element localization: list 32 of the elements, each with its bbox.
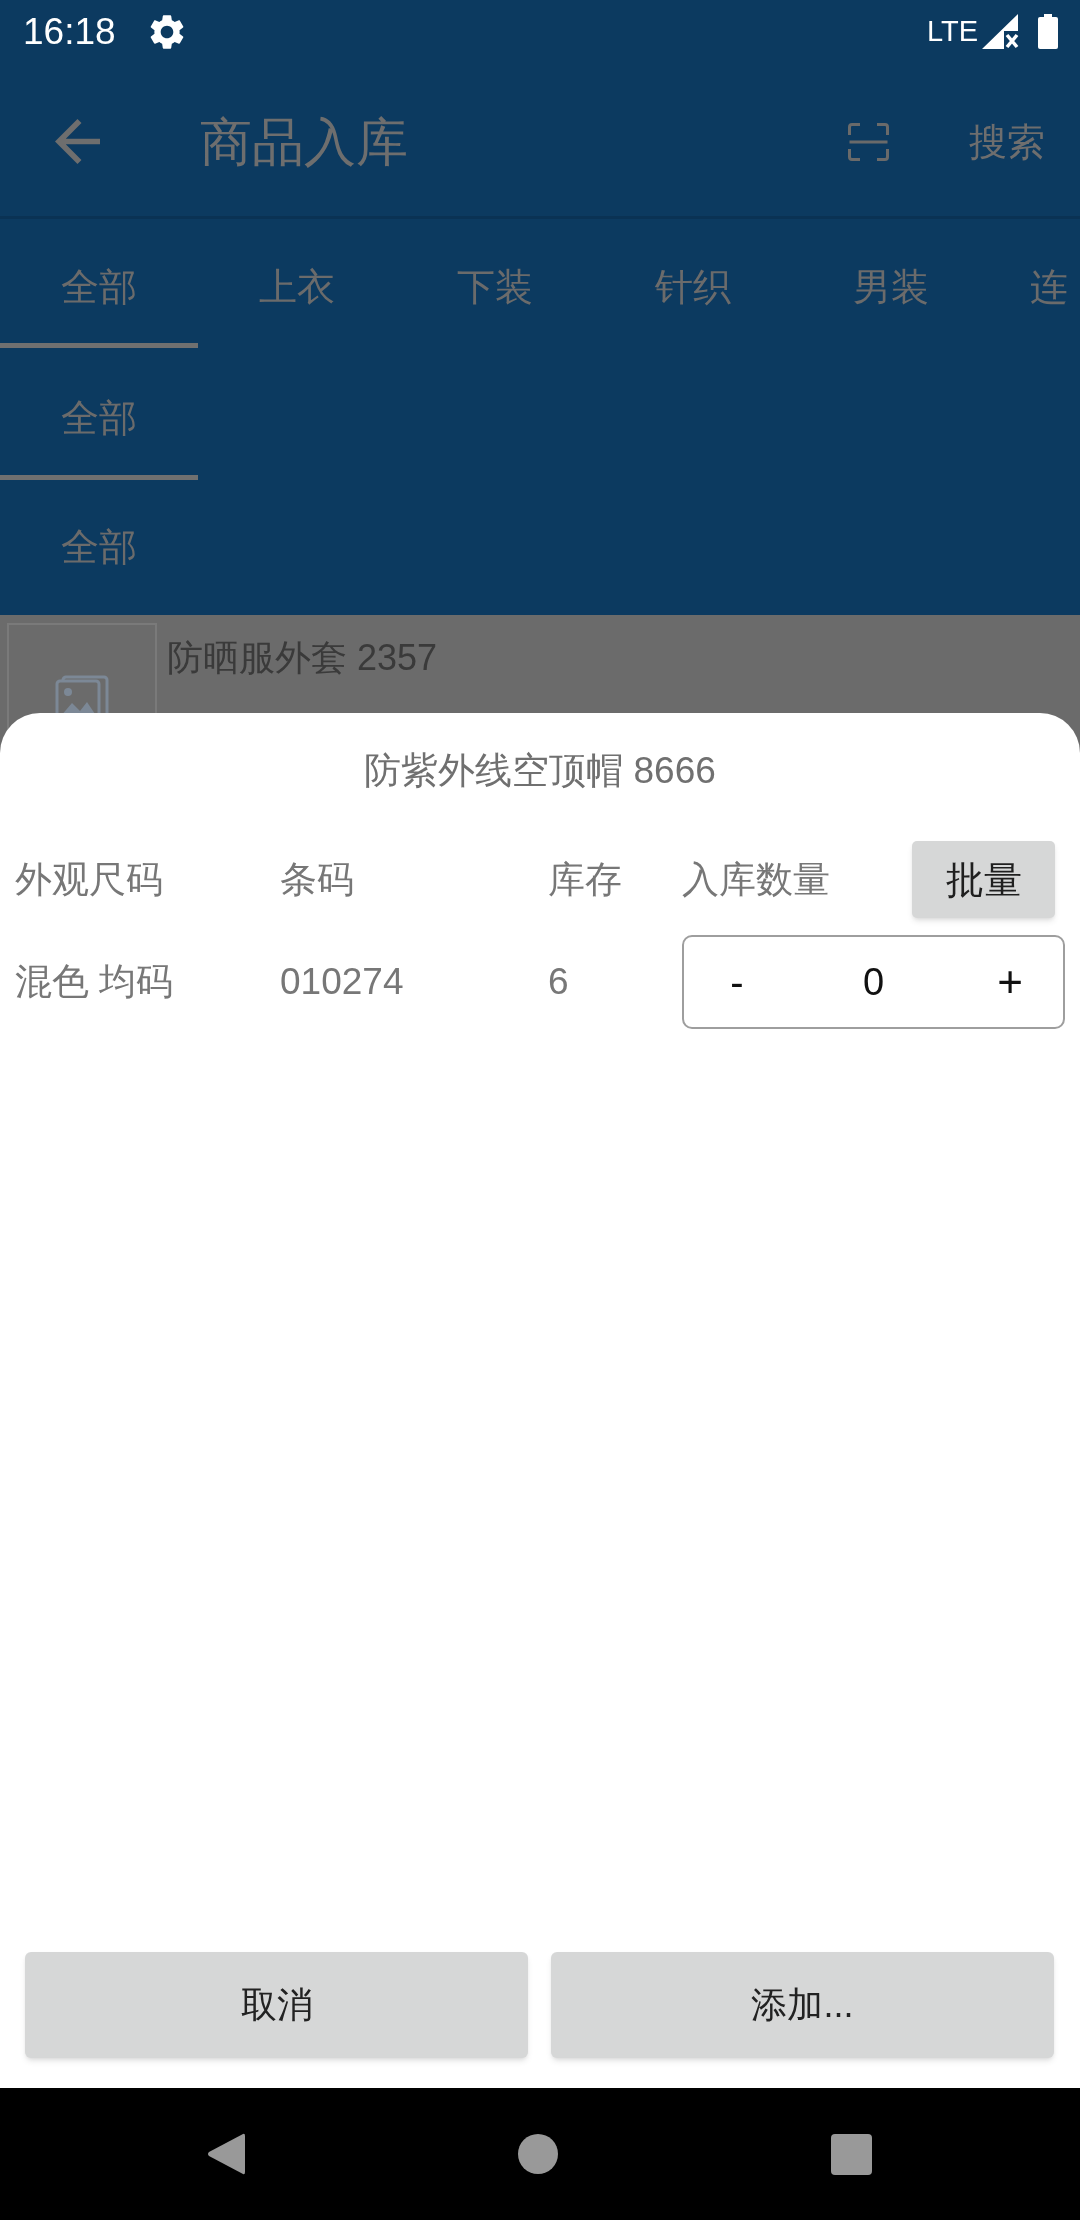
quantity-stepper[interactable]: - 0 + <box>682 935 1065 1029</box>
recents-icon[interactable] <box>831 2133 872 2175</box>
search-button[interactable]: 搜索 <box>969 122 1045 161</box>
batch-button[interactable]: 批量 <box>912 841 1055 918</box>
network-type: LTE <box>926 17 978 46</box>
home-icon[interactable] <box>518 2134 558 2174</box>
table-cell: 6 <box>548 961 569 1002</box>
table-cell: 混色 均码 <box>15 961 174 1002</box>
table-cell: 010274 <box>280 961 404 1002</box>
filter-item[interactable]: 全部 <box>0 348 198 480</box>
back-icon[interactable] <box>207 2132 245 2176</box>
filter-item[interactable]: 全部 <box>0 480 198 615</box>
dialog-title: 防紫外线空顶帽 8666 <box>364 749 716 793</box>
quantity-value: 0 <box>861 963 886 1001</box>
category-tab[interactable]: 针织 <box>594 219 792 348</box>
increment-button[interactable]: + <box>957 937 1063 1027</box>
column-header: 库存 <box>548 858 622 900</box>
category-tab[interactable]: 连 <box>990 219 1080 348</box>
cancel-button[interactable]: 取消 <box>25 1952 528 2058</box>
column-header: 外观尺码 <box>15 858 163 900</box>
page-title: 商品入库 <box>200 115 408 168</box>
signal-icon <box>982 14 1019 49</box>
column-header: 入库数量 <box>682 858 830 900</box>
clock-time: 16:18 <box>23 13 116 50</box>
battery-icon <box>1037 14 1059 49</box>
settings-icon <box>149 14 184 49</box>
add-button[interactable]: 添加... <box>551 1952 1054 2058</box>
decrement-button[interactable]: - <box>684 937 790 1027</box>
category-tab[interactable]: 上衣 <box>198 219 396 348</box>
category-tab[interactable]: 男装 <box>792 219 990 348</box>
category-tab[interactable]: 下装 <box>396 219 594 348</box>
column-header: 条码 <box>280 858 354 900</box>
